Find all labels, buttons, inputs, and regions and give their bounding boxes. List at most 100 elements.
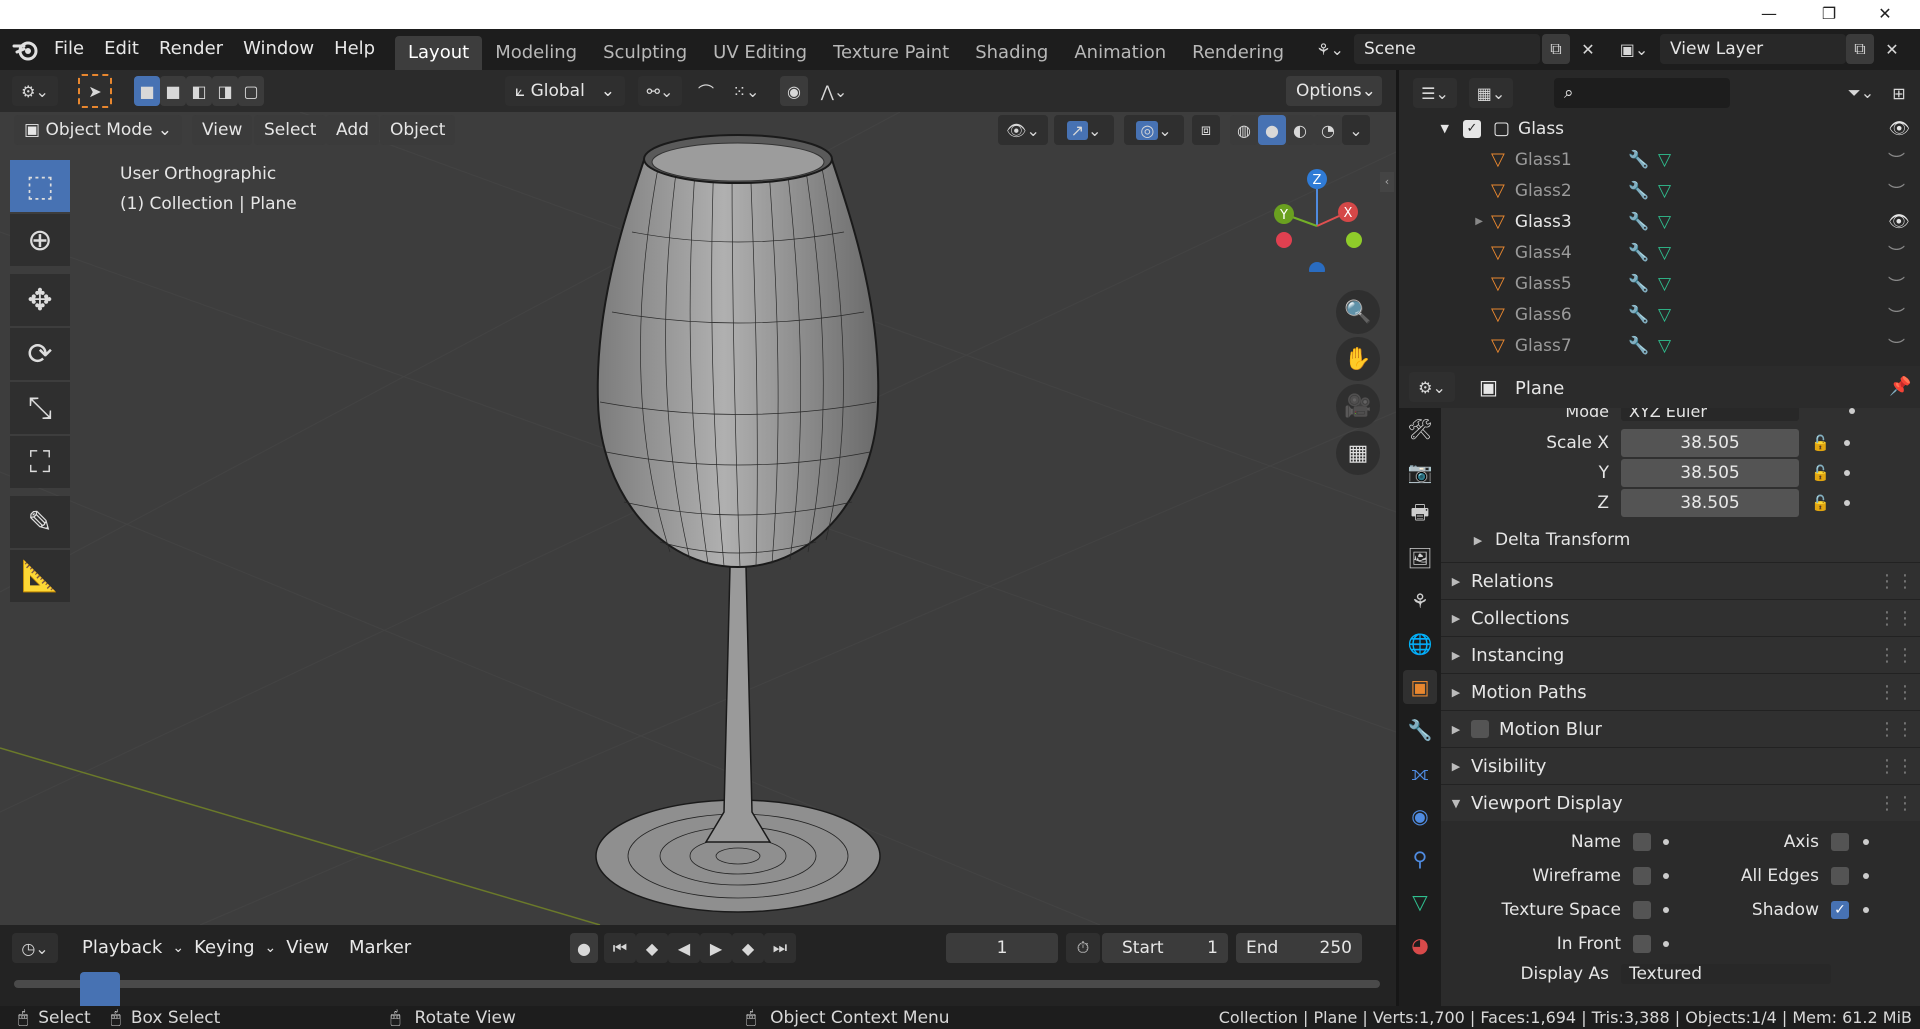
drag-handle-icon[interactable]: ⋮⋮ <box>1878 682 1914 703</box>
outliner-row-object[interactable]: ▽ Glass6 🔧 ▽ ︶ <box>1399 299 1920 330</box>
snap-toggle-icon[interactable]: ⌒ <box>692 76 720 106</box>
scene-tab-icon[interactable]: ⚘ <box>1403 584 1437 618</box>
snap-target-icon[interactable]: ⁙⌄ <box>724 76 768 106</box>
keyframe-dot[interactable] <box>1849 408 1855 414</box>
pin-icon[interactable]: 📌 <box>1889 376 1911 397</box>
keyframe-dot[interactable] <box>1843 500 1850 506</box>
all-edges-checkbox[interactable] <box>1831 867 1849 885</box>
timeline-editor-type-icon[interactable]: ◷⌄ <box>12 933 58 963</box>
playback-menu[interactable]: Playback <box>72 933 172 963</box>
blender-logo-icon[interactable] <box>12 36 40 64</box>
rotate-tool-icon[interactable]: ⟳ <box>10 328 70 380</box>
end-frame-field[interactable]: End 250 <box>1236 933 1362 963</box>
annotate-tool-icon[interactable]: ✎ <box>10 496 70 548</box>
start-frame-field[interactable]: Start 1 <box>1102 933 1228 963</box>
mesh-data-icon[interactable]: ▽ <box>1658 181 1688 201</box>
visibility-eye-icon[interactable]: 👁⌄ <box>998 115 1048 145</box>
xray-toggle-icon[interactable]: ⧈ <box>1192 115 1220 145</box>
new-view-layer-icon[interactable]: ⧉ <box>1846 34 1874 64</box>
navigation-gizmo[interactable]: Z X Y <box>1260 162 1380 272</box>
stopwatch-icon[interactable]: ⏱ <box>1066 933 1100 963</box>
rotation-mode-dropdown[interactable]: XYZ Euler <box>1621 408 1799 421</box>
cursor-tool-icon[interactable]: ⊕ <box>10 214 70 266</box>
toggle-ortho-grid-icon[interactable]: ▦ <box>1336 431 1380 475</box>
drag-handle-icon[interactable]: ⋮⋮ <box>1878 793 1914 814</box>
drag-handle-icon[interactable]: ⋮⋮ <box>1878 645 1914 666</box>
outliner-row-object[interactable]: ▶ ▽ Glass3 🔧 ▽ 👁 <box>1399 206 1920 237</box>
menu-file[interactable]: File <box>44 34 94 64</box>
object-tab-icon[interactable]: ▣ <box>1403 670 1437 704</box>
data-tab-icon[interactable]: ▽ <box>1403 885 1437 919</box>
axis-checkbox[interactable] <box>1831 833 1849 851</box>
mesh-data-icon[interactable]: ▽ <box>1658 243 1688 263</box>
tab-sculpting[interactable]: Sculpting <box>590 36 700 70</box>
modifier-wrench-icon[interactable]: 🔧 <box>1628 150 1658 170</box>
outliner-row-object[interactable]: ▽ Glass7 🔧 ▽ ︶ <box>1399 330 1920 361</box>
material-shading-icon[interactable]: ◐ <box>1286 115 1314 145</box>
keyframe-dot[interactable] <box>1863 907 1869 913</box>
prev-keyframe-icon[interactable]: ◆ <box>636 933 668 963</box>
current-frame-field[interactable]: 1 <box>946 933 1058 963</box>
transform-orientation-dropdown[interactable]: ⟀ Global ⌄ <box>505 76 625 106</box>
maximize-button[interactable]: ❐ <box>1818 3 1840 25</box>
display-as-dropdown[interactable]: Textured <box>1621 964 1831 984</box>
next-keyframe-icon[interactable]: ◆ <box>732 933 764 963</box>
tab-modeling[interactable]: Modeling <box>482 36 590 70</box>
view-layer-icon[interactable]: ▣⌄ <box>1612 34 1656 64</box>
mesh-data-icon[interactable]: ▽ <box>1658 212 1688 232</box>
add-menu[interactable]: Add <box>326 115 379 145</box>
overlays-toggle-icon[interactable]: ◎ ⌄ <box>1124 115 1184 145</box>
drag-handle-icon[interactable]: ⋮⋮ <box>1878 719 1914 740</box>
marker-menu[interactable]: Marker <box>339 933 421 963</box>
scale-y-field[interactable]: 38.505 <box>1621 459 1799 487</box>
zoom-icon[interactable]: 🔍 <box>1336 290 1380 334</box>
keyframe-dot[interactable] <box>1863 839 1869 845</box>
lock-icon[interactable]: 🔓 <box>1811 494 1830 512</box>
pivot-point-icon[interactable]: ⚯⌄ <box>638 76 682 106</box>
proportional-edit-icon[interactable]: ◉ <box>780 76 808 106</box>
mesh-data-icon[interactable]: ▽ <box>1658 305 1688 325</box>
properties-editor-type-icon[interactable]: ⚙⌄ <box>1409 372 1455 402</box>
move-tool-icon[interactable]: ✥ <box>10 274 70 326</box>
new-collection-icon[interactable]: ⊞ <box>1885 78 1913 108</box>
view-layer-tab-icon[interactable]: 🖼 <box>1403 541 1437 575</box>
wireframe-checkbox[interactable] <box>1633 867 1651 885</box>
include-checkbox[interactable]: ✓ <box>1463 119 1481 138</box>
collapse-arrow-icon[interactable]: ▼ <box>1399 122 1449 135</box>
timeline-view-menu[interactable]: View <box>276 933 339 963</box>
select-intersect-icon[interactable]: ▢ <box>238 76 264 106</box>
panel-instancing[interactable]: ▶ Instancing ⋮⋮ <box>1441 636 1920 673</box>
tab-uv-editing[interactable]: UV Editing <box>700 36 820 70</box>
keying-menu[interactable]: Keying <box>184 933 264 963</box>
modifier-wrench-icon[interactable]: 🔧 <box>1628 305 1658 325</box>
shading-options-chevron-icon[interactable]: ⌄ <box>1342 115 1370 145</box>
object-mode-dropdown[interactable]: ▣ Object Mode ⌄ <box>14 115 182 145</box>
timeline-scrollbar[interactable] <box>14 980 1380 988</box>
constraints-tab-icon[interactable]: ⚲ <box>1403 842 1437 876</box>
panel-visibility[interactable]: ▶ Visibility ⋮⋮ <box>1441 747 1920 784</box>
render-tab-icon[interactable]: 📷 <box>1403 455 1437 489</box>
editor-type-icon[interactable]: ⚙⌄ <box>12 76 58 106</box>
close-button[interactable]: ✕ <box>1874 3 1896 25</box>
measure-tool-icon[interactable]: 📐 <box>10 550 70 602</box>
modifier-wrench-icon[interactable]: 🔧 <box>1628 212 1658 232</box>
transform-tool-icon[interactable]: ⛶ <box>10 436 70 488</box>
drag-handle-icon[interactable]: ⋮⋮ <box>1878 571 1914 592</box>
select-tool-icon[interactable]: ➤ <box>78 74 112 108</box>
drag-handle-icon[interactable]: ⋮⋮ <box>1878 756 1914 777</box>
eye-closed-icon[interactable]: ︶ <box>1888 147 1910 172</box>
keyframe-dot[interactable] <box>1663 941 1669 947</box>
eye-closed-icon[interactable]: ︶ <box>1888 240 1910 265</box>
menu-window[interactable]: Window <box>233 34 324 64</box>
tree-row-collection[interactable]: ▼ ✓ ▢ Glass 👁 <box>1399 113 1920 144</box>
delta-transform-subpanel[interactable]: ▶ Delta Transform <box>1441 518 1920 562</box>
scale-tool-icon[interactable]: ⤡ <box>10 382 70 434</box>
filter-icon[interactable]: ⏷⌄ <box>1839 78 1883 108</box>
menu-edit[interactable]: Edit <box>94 34 149 64</box>
eye-icon[interactable]: 👁 <box>1888 119 1910 139</box>
play-reverse-icon[interactable]: ◀ <box>668 933 700 963</box>
mesh-data-icon[interactable]: ▽ <box>1658 150 1688 170</box>
camera-view-icon[interactable]: 🎥 <box>1336 384 1380 428</box>
panel-collections[interactable]: ▶ Collections ⋮⋮ <box>1441 599 1920 636</box>
panel-relations[interactable]: ▶ Relations ⋮⋮ <box>1441 562 1920 599</box>
